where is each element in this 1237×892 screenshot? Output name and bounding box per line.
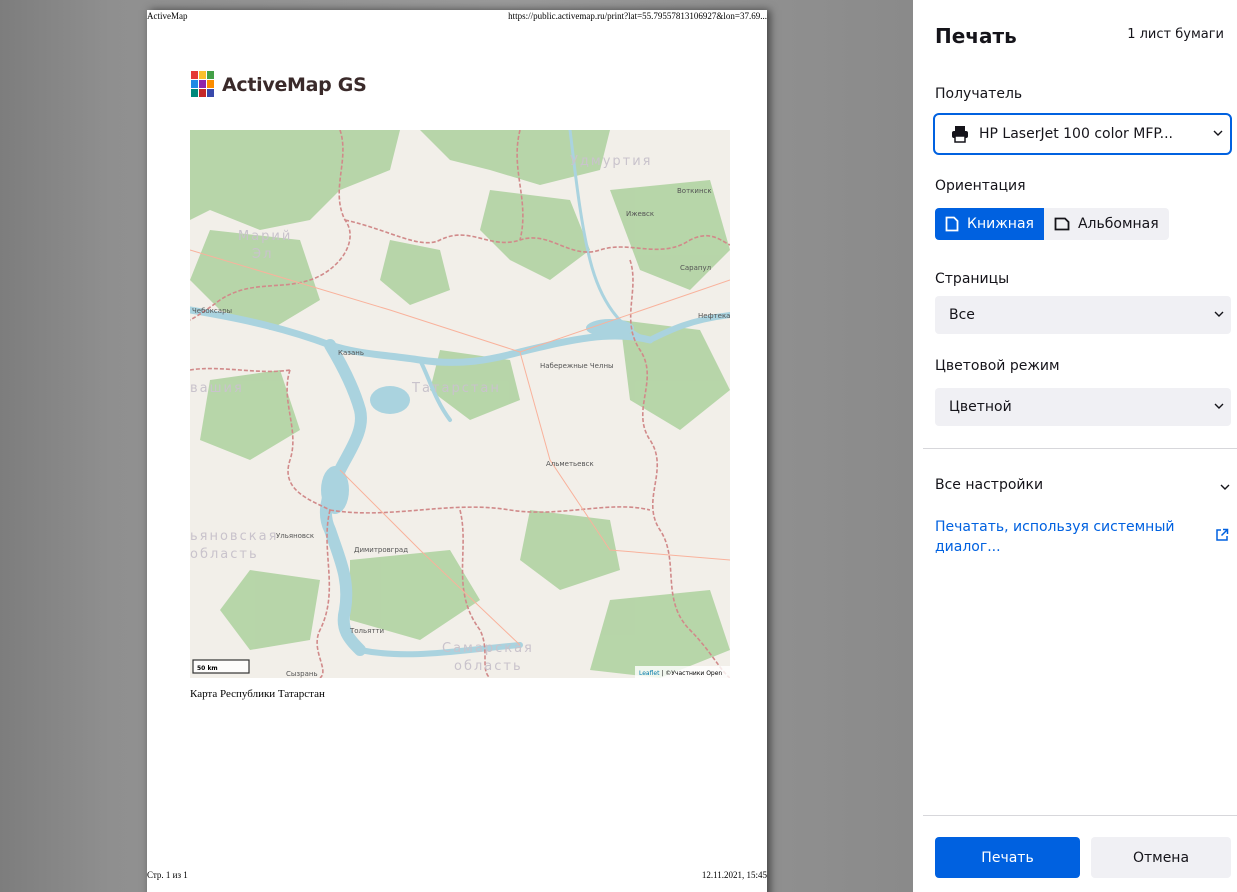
external-link-icon[interactable] <box>1215 528 1229 542</box>
map-label-kazan: Казань <box>338 349 364 357</box>
activemap-logo: ActiveMap GS <box>190 68 367 102</box>
map-label-dimitrovgrad: Димитровград <box>354 546 408 554</box>
footer-divider <box>923 815 1237 816</box>
map-scale-label: 50 km <box>197 665 218 672</box>
map-label-ulyanovsk: Ульяновск <box>276 532 314 540</box>
print-settings-panel: Печать 1 лист бумаги Получатель HP Laser… <box>913 0 1237 892</box>
color-mode-select[interactable]: Цветной <box>935 388 1231 426</box>
orientation-landscape-button[interactable]: Альбомная <box>1043 208 1169 240</box>
color-mode-value: Цветной <box>949 399 1012 415</box>
orientation-landscape-label: Альбомная <box>1077 216 1159 232</box>
page-header-url: https://public.activemap.ru/print?lat=55… <box>508 11 767 21</box>
printer-icon <box>952 126 968 143</box>
page-footer-date: 12.11.2021, 15:45 <box>701 870 767 880</box>
osm-credit: | ©Участники Open <box>659 670 722 677</box>
chevron-down-icon <box>1214 311 1224 317</box>
map-label-chuvashia: вашия <box>190 381 244 396</box>
map-label-tatarstan: Татарстан <box>411 381 501 396</box>
chevron-down-icon[interactable] <box>1219 481 1231 493</box>
sheet-count: 1 лист бумаги <box>1127 27 1224 42</box>
map-label-sarapul: Сарапул <box>680 264 711 272</box>
chevron-down-icon <box>1213 130 1223 136</box>
print-button[interactable]: Печать <box>935 837 1080 878</box>
logo-text: ActiveMap GS <box>222 74 367 96</box>
map-image: Удмуртия Воткинск Ижевск Марий Эл Сарапу… <box>190 130 730 678</box>
map-label-almetyevsk: Альметьевск <box>546 460 594 468</box>
orientation-toggle: Книжная Альбомная <box>935 208 1169 240</box>
preview-page: ActiveMap https://public.activemap.ru/pr… <box>147 10 767 892</box>
map-caption: Карта Республики Татарстан <box>190 688 325 700</box>
map-label-mariy-el-2: Эл <box>252 247 273 262</box>
orientation-portrait-label: Книжная <box>967 216 1034 232</box>
leaflet-link: Leaflet <box>639 670 660 677</box>
activemap-logo-icon <box>191 71 214 97</box>
color-mode-label: Цветовой режим <box>935 358 1060 374</box>
chevron-down-icon <box>1214 403 1224 409</box>
page-footer-number: Стр. 1 из 1 <box>147 870 188 880</box>
print-preview-area: ActiveMap https://public.activemap.ru/pr… <box>0 0 913 892</box>
system-dialog-link[interactable]: Печатать, используя системный диалог... <box>935 517 1185 557</box>
map-label-mariy-el-1: Марий <box>238 229 292 244</box>
map-label-samara-region-2: область <box>454 659 523 674</box>
pages-value: Все <box>949 307 975 323</box>
more-settings-toggle[interactable]: Все настройки <box>935 477 1043 493</box>
panel-title: Печать <box>935 24 1017 48</box>
pages-select[interactable]: Все <box>935 296 1231 334</box>
printer-select[interactable]: HP LaserJet 100 color MFP... <box>933 113 1232 155</box>
portrait-page-icon <box>945 216 959 232</box>
printer-name: HP LaserJet 100 color MFP... <box>979 126 1173 142</box>
map-label-syzran: Сызрань <box>286 670 318 678</box>
recipient-label: Получатель <box>935 86 1023 102</box>
map-label-udmurtia: Удмуртия <box>570 154 653 169</box>
map-attribution: Leaflet | ©Участники Open <box>639 670 722 677</box>
landscape-page-icon <box>1054 217 1070 231</box>
map-label-ulyanovsk-region-2: область <box>190 547 259 562</box>
page-header-title: ActiveMap <box>147 11 188 21</box>
orientation-label: Ориентация <box>935 178 1026 194</box>
cancel-button[interactable]: Отмена <box>1091 837 1231 878</box>
map-label-naberezhnye-chelny: Набережные Челны <box>540 362 614 370</box>
map-label-ulyanovsk-region-1: ьяновская <box>190 529 278 544</box>
map-label-izhevsk: Ижевск <box>626 210 654 218</box>
map-label-neftekamsk: Нефтекам <box>698 312 730 320</box>
map-label-votkinsk: Воткинск <box>677 187 712 195</box>
orientation-portrait-button[interactable]: Книжная <box>935 208 1044 240</box>
pages-label: Страницы <box>935 271 1010 287</box>
section-divider <box>923 448 1237 449</box>
map-label-tolyatti: Тольятти <box>349 627 384 635</box>
map-label-samara-region-1: Самарская <box>442 641 534 656</box>
map-label-cheboksary: Чебоксары <box>192 307 232 315</box>
